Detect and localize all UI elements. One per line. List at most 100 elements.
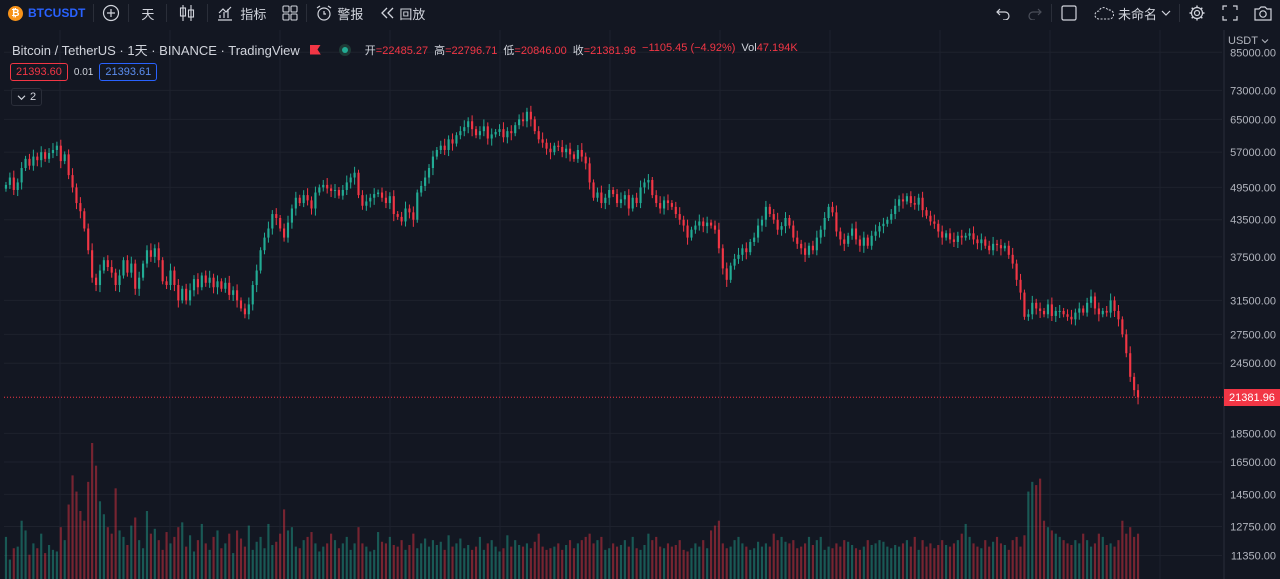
settings-button[interactable] <box>1180 0 1214 26</box>
candle-body <box>306 195 309 201</box>
volume-bar <box>510 546 513 579</box>
volume-bar <box>639 549 642 579</box>
price-chart[interactable]: 85000.00 73000.00 65000.00 57000.00 49500.00… <box>0 30 1280 579</box>
price-axis-unit[interactable]: USDT <box>1228 35 1269 47</box>
volume-bar <box>1015 536 1018 579</box>
volume-bar <box>1117 540 1120 579</box>
candle-body <box>792 225 795 238</box>
candle-body <box>557 145 560 147</box>
flag-icon[interactable] <box>309 44 321 55</box>
price-tick-label: 11350.00 <box>1231 551 1276 563</box>
volume-bar <box>388 536 391 579</box>
candle-body <box>518 119 521 126</box>
volume-bar <box>948 546 952 579</box>
volume-bar <box>494 546 497 579</box>
candle-body <box>181 288 184 301</box>
layout-select-button[interactable] <box>1052 0 1086 26</box>
candle-body <box>901 199 905 202</box>
volume-bar <box>1113 546 1116 579</box>
candle-body <box>232 290 235 295</box>
volume-bar <box>173 536 176 579</box>
volume-bar <box>1070 545 1073 579</box>
candle-body <box>431 156 435 169</box>
volume-bar <box>604 549 607 579</box>
candle-body <box>933 221 936 224</box>
volume-bar <box>435 545 438 579</box>
volume-bar <box>157 540 160 579</box>
volume-bar <box>862 546 865 579</box>
candle-body <box>999 245 1003 249</box>
chart-legend: Bitcoin / TetherUS · 1天 · BINANCE · Trad… <box>12 40 798 59</box>
candle-body <box>1058 310 1061 312</box>
layouts-button[interactable] <box>274 0 306 26</box>
volume-bar <box>1046 527 1050 579</box>
symbol-search-button[interactable]: ₿ BTCUSDT <box>0 0 93 26</box>
market-status-icon <box>338 43 351 56</box>
layout-name-button[interactable]: 未命名 <box>1086 0 1179 26</box>
chart-pane[interactable]: 85000.00 73000.00 65000.00 57000.00 49500.00… <box>0 30 1280 579</box>
snapshot-button[interactable] <box>1246 0 1280 26</box>
volume-bar <box>584 536 587 579</box>
volume-bar <box>263 548 266 579</box>
candle-body <box>702 221 705 227</box>
alert-button[interactable]: 警报 <box>307 0 371 26</box>
symbol-title: Bitcoin / TetherUS · 1天 · BINANCE · Trad… <box>12 43 300 58</box>
volume-bar <box>392 545 395 579</box>
candle-body <box>1031 302 1034 315</box>
redo-button[interactable] <box>1019 0 1051 26</box>
candle-body <box>580 149 583 157</box>
volume-bar <box>251 549 254 579</box>
volume-bar <box>28 554 31 579</box>
fullscreen-button[interactable] <box>1214 0 1246 26</box>
candle-body <box>471 121 474 130</box>
volume-bar <box>255 541 258 579</box>
candle-body <box>51 149 55 154</box>
volume-bar <box>631 536 634 579</box>
candle-body <box>310 200 313 209</box>
chart-type-button[interactable] <box>167 0 207 26</box>
indicator-chart-icon <box>216 4 234 22</box>
sell-button[interactable]: 21393.60 <box>10 63 68 81</box>
volume-bar <box>185 546 188 579</box>
price-tick-label: 43500.00 <box>1230 215 1276 227</box>
volume-bar <box>847 541 850 579</box>
candle-body <box>482 126 485 132</box>
volume-bar <box>98 501 102 579</box>
candle-body <box>384 197 388 204</box>
candle-body <box>200 275 203 288</box>
candle-body <box>615 194 619 204</box>
candle-body <box>811 245 814 251</box>
candle-body <box>396 214 399 217</box>
volume-bar <box>588 533 591 579</box>
volume-bar <box>1121 520 1124 579</box>
price-tick-label: 73000.00 <box>1230 85 1276 97</box>
volume-bar <box>4 536 8 579</box>
indicators-collapse-toggle[interactable]: 2 <box>11 88 43 106</box>
volume-bar <box>216 530 219 579</box>
candle-body <box>408 208 411 213</box>
replay-button[interactable]: 回放 <box>371 0 433 26</box>
buy-button[interactable]: 21393.61 <box>99 63 158 81</box>
candle-body <box>212 277 215 288</box>
indicators-button[interactable]: 指标 <box>208 0 274 26</box>
candle-body <box>126 260 129 273</box>
candle-body <box>412 212 415 220</box>
candle-body <box>404 208 407 222</box>
volume-bar <box>709 530 713 579</box>
candle-body <box>1093 296 1097 309</box>
volume-bar <box>917 549 920 579</box>
volume-bar <box>345 536 348 579</box>
volume-bar <box>145 511 149 579</box>
candle-body <box>1046 304 1050 315</box>
interval-button[interactable]: 天 <box>129 0 166 26</box>
candle-body <box>216 281 219 288</box>
candle-body <box>839 231 842 240</box>
undo-button[interactable] <box>987 0 1019 26</box>
volume-bar <box>741 543 744 579</box>
volume-bar <box>94 465 98 579</box>
volume-bar <box>47 545 51 579</box>
compare-add-button[interactable] <box>94 0 128 26</box>
volume-bar <box>1054 533 1057 579</box>
price-tick-label: 65000.00 <box>1230 114 1276 126</box>
candle-body <box>314 192 317 209</box>
